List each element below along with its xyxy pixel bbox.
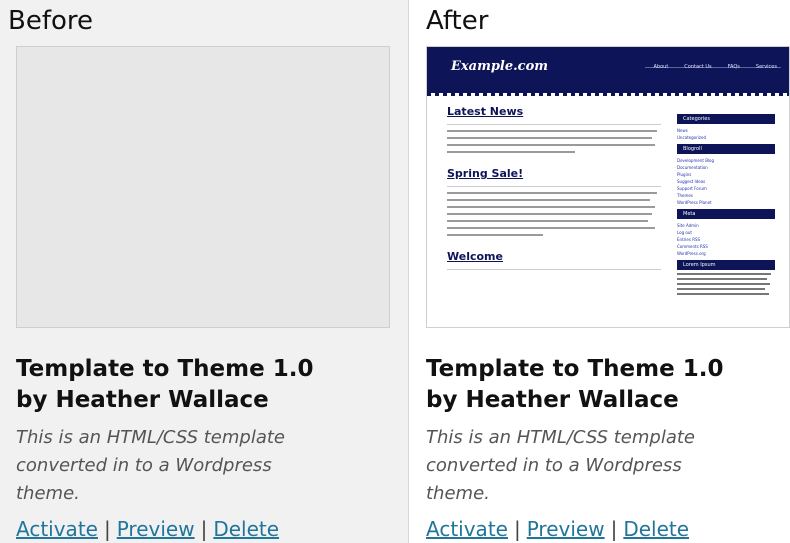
- thumbnail-sidebar-link: Themes: [677, 193, 693, 198]
- before-theme-title-line2: by Heather Wallace: [16, 387, 269, 413]
- after-label: After: [426, 6, 489, 36]
- after-theme-title-line2: by Heather Wallace: [426, 387, 679, 413]
- before-column: Before Template to Theme 1.0 by Heather …: [0, 0, 409, 543]
- action-separator: |: [610, 517, 618, 541]
- after-theme-actions: Activate | Preview | Delete: [426, 517, 689, 541]
- thumbnail-post: Spring Sale!: [447, 167, 661, 236]
- thumbnail-sidebar-link: Site Admin: [677, 223, 699, 228]
- thumbnail-sidebar: Categories News Uncategorized Blogroll D…: [677, 111, 775, 298]
- thumbnail-sidebar-link: WordPress Planet: [677, 200, 712, 205]
- thumbnail-main: Latest News Spring Sale! Welcome: [447, 105, 661, 284]
- before-activate-link[interactable]: Activate: [16, 517, 98, 541]
- thumbnail-header: Example.com About Contact Us FAQs Servic…: [427, 47, 789, 96]
- before-theme-title-line1: Template to Theme 1.0: [16, 356, 314, 382]
- thumbnail-sidebar-heading: Categories: [677, 114, 775, 124]
- after-delete-link[interactable]: Delete: [623, 517, 689, 541]
- after-description-line2: converted in to a Wordpress: [426, 455, 682, 476]
- thumbnail-sidebar-link: Plugins: [677, 172, 692, 177]
- after-screenshot-thumbnail: Example.com About Contact Us FAQs Servic…: [426, 46, 790, 328]
- before-description-line1: This is an HTML/CSS template: [16, 427, 286, 448]
- before-preview-link[interactable]: Preview: [117, 517, 195, 541]
- thumbnail-post: Latest News: [447, 105, 661, 153]
- thumbnail-sidebar-link: Suggest Ideas: [677, 179, 706, 184]
- thumbnail-sidebar-link: Comments RSS: [677, 244, 708, 249]
- thumbnail-nav-item: Contact Us: [684, 64, 712, 70]
- before-theme-title: Template to Theme 1.0 by Heather Wallace: [16, 354, 313, 416]
- after-description-line3: theme.: [426, 483, 490, 504]
- before-description-line3: theme.: [16, 483, 80, 504]
- thumbnail-post-meta: [447, 182, 661, 187]
- after-description-line1: This is an HTML/CSS template: [426, 427, 696, 448]
- after-column: After Example.com About Contact Us FAQs …: [409, 0, 790, 543]
- thumbnail-post-meta: [447, 120, 661, 125]
- thumbnail-sidebar-heading: Blogroll: [677, 144, 775, 154]
- thumbnail-nav: About Contact Us FAQs Services: [654, 64, 778, 70]
- thumbnail-site-title: Example.com: [451, 59, 549, 74]
- before-theme-actions: Activate | Preview | Delete: [16, 517, 279, 541]
- thumbnail-post-title: Welcome: [447, 250, 503, 263]
- action-separator: |: [513, 517, 521, 541]
- before-screenshot-placeholder: [16, 46, 390, 328]
- thumbnail-sidebar-link: Development Blog: [677, 158, 715, 163]
- after-activate-link[interactable]: Activate: [426, 517, 508, 541]
- after-theme-description: This is an HTML/CSS template converted i…: [426, 424, 756, 508]
- thumbnail-nav-item: FAQs: [727, 64, 740, 70]
- after-preview-link[interactable]: Preview: [527, 517, 605, 541]
- after-theme-title-line1: Template to Theme 1.0: [426, 356, 724, 382]
- action-separator: |: [103, 517, 111, 541]
- thumbnail-sidebar-link: Uncategorized: [677, 135, 706, 140]
- thumbnail-sidebar-link: Entries RSS: [677, 237, 701, 242]
- thumbnail-sidebar-link: Log out: [677, 230, 692, 235]
- thumbnail-nav-item: About: [653, 64, 669, 70]
- before-description-line2: converted in to a Wordpress: [16, 455, 272, 476]
- thumbnail-post-title: Spring Sale!: [447, 167, 524, 180]
- action-separator: |: [200, 517, 208, 541]
- thumbnail-post: Welcome: [447, 250, 661, 270]
- thumbnail-sidebar-heading: Lorem Ipsum: [677, 260, 775, 270]
- before-theme-description: This is an HTML/CSS template converted i…: [16, 424, 346, 508]
- thumbnail-sidebar-link: WordPress.org: [677, 251, 706, 256]
- thumbnail-post-title: Latest News: [447, 105, 524, 118]
- before-label: Before: [8, 6, 94, 36]
- thumbnail-post-meta: [447, 265, 661, 270]
- thumbnail-sidebar-link: News: [677, 128, 688, 133]
- before-delete-link[interactable]: Delete: [213, 517, 279, 541]
- thumbnail-sidebar-heading: Meta: [677, 209, 775, 219]
- thumbnail-nav-item: Services: [755, 64, 777, 70]
- thumbnail-sidebar-link: Documentation: [677, 165, 708, 170]
- after-theme-title: Template to Theme 1.0 by Heather Wallace: [426, 354, 723, 416]
- thumbnail-sidebar-link: Support Forum: [677, 186, 707, 191]
